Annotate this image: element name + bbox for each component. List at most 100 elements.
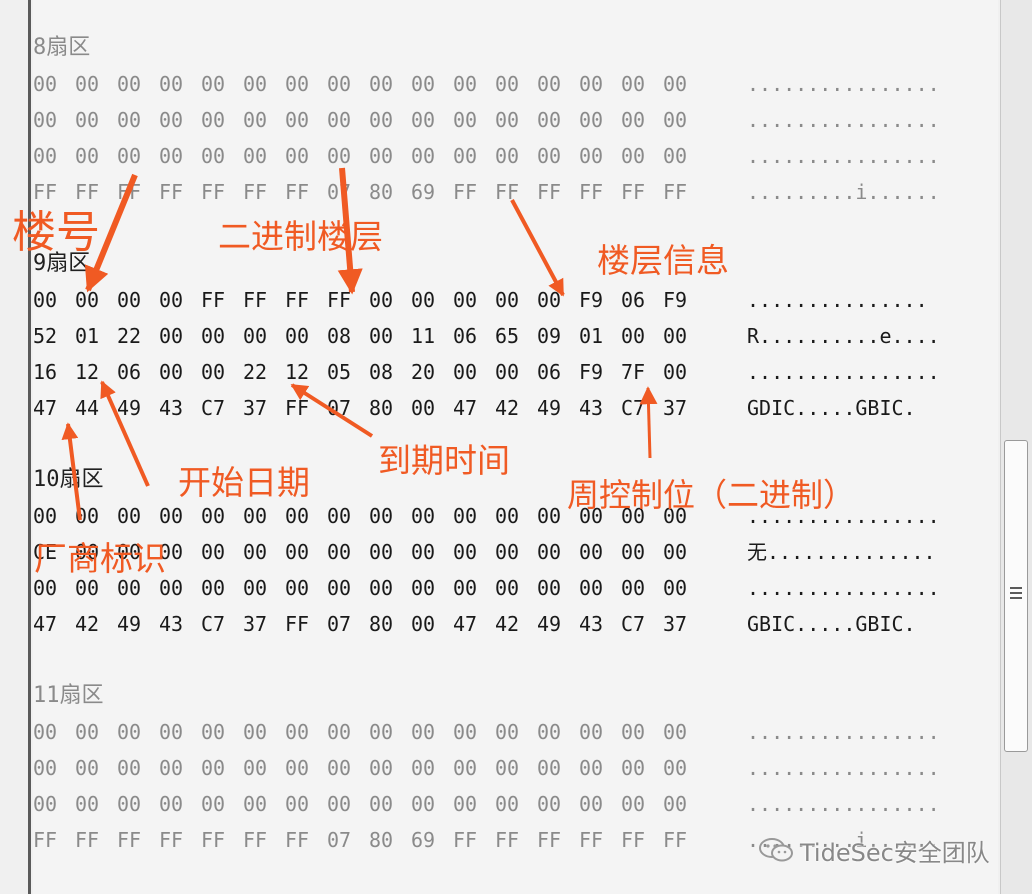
hex-byte[interactable]: 43 xyxy=(579,390,611,426)
hex-byte[interactable]: 00 xyxy=(621,570,653,606)
hex-byte[interactable]: 00 xyxy=(537,534,569,570)
hex-byte[interactable]: 00 xyxy=(117,750,149,786)
hex-byte[interactable]: FF xyxy=(159,174,191,210)
hex-byte[interactable]: 00 xyxy=(579,786,611,822)
hex-byte[interactable]: 00 xyxy=(621,102,653,138)
hex-byte[interactable]: 00 xyxy=(453,138,485,174)
hex-byte[interactable]: FF xyxy=(663,174,695,210)
hex-byte[interactable]: 00 xyxy=(411,498,443,534)
hex-byte[interactable]: 00 xyxy=(33,714,65,750)
hex-byte[interactable]: 43 xyxy=(579,606,611,642)
hex-byte[interactable]: 11 xyxy=(411,318,443,354)
hex-byte[interactable]: 12 xyxy=(285,354,317,390)
hex-byte[interactable]: 00 xyxy=(285,714,317,750)
hex-byte[interactable]: 06 xyxy=(453,318,485,354)
hex-byte[interactable]: 49 xyxy=(537,606,569,642)
hex-byte[interactable]: 08 xyxy=(369,354,401,390)
hex-byte[interactable]: 00 xyxy=(201,354,233,390)
hex-byte[interactable]: FF xyxy=(453,822,485,858)
hex-byte[interactable]: F9 xyxy=(663,282,695,318)
hex-byte[interactable]: 00 xyxy=(159,282,191,318)
hex-byte[interactable]: 00 xyxy=(663,498,695,534)
hex-byte[interactable]: CE xyxy=(33,534,65,570)
hex-byte[interactable]: FF xyxy=(33,174,65,210)
hex-byte[interactable]: 00 xyxy=(663,750,695,786)
hex-byte[interactable]: FF xyxy=(621,174,653,210)
hex-byte[interactable]: C7 xyxy=(201,606,233,642)
hex-byte[interactable]: 00 xyxy=(159,102,191,138)
hex-byte[interactable]: 00 xyxy=(285,318,317,354)
hex-byte[interactable]: 00 xyxy=(243,138,275,174)
hex-byte[interactable]: FF xyxy=(285,606,317,642)
hex-byte[interactable]: 00 xyxy=(453,786,485,822)
hex-byte[interactable]: 00 xyxy=(621,786,653,822)
hex-byte[interactable]: 69 xyxy=(411,822,443,858)
hex-byte[interactable]: 00 xyxy=(663,138,695,174)
hex-byte[interactable]: 52 xyxy=(33,318,65,354)
hex-byte[interactable]: 00 xyxy=(285,786,317,822)
hex-byte[interactable]: 07 xyxy=(327,390,359,426)
hex-byte[interactable]: 00 xyxy=(33,786,65,822)
hex-byte[interactable]: 00 xyxy=(579,714,611,750)
hex-byte[interactable]: 00 xyxy=(453,66,485,102)
hex-byte[interactable]: 00 xyxy=(579,498,611,534)
hex-byte[interactable]: 00 xyxy=(243,102,275,138)
hex-byte[interactable]: 7F xyxy=(621,354,653,390)
hex-byte[interactable]: 00 xyxy=(117,282,149,318)
hex-byte[interactable]: 00 xyxy=(621,714,653,750)
hex-byte[interactable]: 00 xyxy=(243,498,275,534)
hex-byte[interactable]: 00 xyxy=(75,714,107,750)
hex-byte[interactable]: 00 xyxy=(537,786,569,822)
hex-byte[interactable]: 00 xyxy=(327,714,359,750)
hex-byte[interactable]: 20 xyxy=(411,354,443,390)
hex-byte[interactable]: 00 xyxy=(411,606,443,642)
hex-byte[interactable]: 00 xyxy=(579,750,611,786)
hex-byte[interactable]: 00 xyxy=(411,102,443,138)
hex-byte[interactable]: 00 xyxy=(495,714,527,750)
hex-byte[interactable]: 00 xyxy=(117,714,149,750)
hex-byte[interactable]: FF xyxy=(285,174,317,210)
hex-byte[interactable]: 00 xyxy=(33,102,65,138)
hex-byte[interactable]: FF xyxy=(201,174,233,210)
hex-byte[interactable]: FF xyxy=(453,174,485,210)
hex-byte[interactable]: F9 xyxy=(579,354,611,390)
hex-byte[interactable]: 00 xyxy=(411,390,443,426)
hex-byte[interactable]: 00 xyxy=(663,354,695,390)
hex-byte[interactable]: 00 xyxy=(621,318,653,354)
hex-byte[interactable]: 00 xyxy=(159,750,191,786)
hex-byte[interactable]: 69 xyxy=(411,174,443,210)
hex-byte[interactable]: 42 xyxy=(495,606,527,642)
hex-byte[interactable]: 00 xyxy=(201,318,233,354)
hex-byte[interactable]: 00 xyxy=(201,714,233,750)
hex-byte[interactable]: 43 xyxy=(159,606,191,642)
hex-byte[interactable]: 00 xyxy=(33,750,65,786)
hex-byte[interactable]: 47 xyxy=(453,390,485,426)
hex-byte[interactable]: 49 xyxy=(537,390,569,426)
hex-byte[interactable]: 00 xyxy=(537,102,569,138)
hex-byte[interactable]: 00 xyxy=(327,102,359,138)
hex-byte[interactable]: 00 xyxy=(33,282,65,318)
hex-byte[interactable]: 00 xyxy=(327,534,359,570)
hex-byte[interactable]: 00 xyxy=(495,138,527,174)
hex-byte[interactable]: 00 xyxy=(369,282,401,318)
hex-byte[interactable]: 00 xyxy=(453,498,485,534)
hex-byte[interactable]: 00 xyxy=(537,138,569,174)
hex-byte[interactable]: 00 xyxy=(621,66,653,102)
hex-byte[interactable]: 00 xyxy=(537,282,569,318)
hex-byte[interactable]: 07 xyxy=(327,822,359,858)
hex-byte[interactable]: 00 xyxy=(621,138,653,174)
hex-byte[interactable]: 00 xyxy=(201,750,233,786)
hex-byte[interactable]: 80 xyxy=(369,390,401,426)
hex-byte[interactable]: 00 xyxy=(117,570,149,606)
hex-byte[interactable]: 06 xyxy=(537,354,569,390)
hex-byte[interactable]: FF xyxy=(75,174,107,210)
hex-byte[interactable]: 00 xyxy=(495,354,527,390)
hex-byte[interactable]: 00 xyxy=(75,534,107,570)
hex-byte[interactable]: 00 xyxy=(495,498,527,534)
hex-byte[interactable]: 00 xyxy=(201,102,233,138)
hex-byte[interactable]: 00 xyxy=(453,750,485,786)
hex-byte[interactable]: 00 xyxy=(75,498,107,534)
hex-byte[interactable]: 00 xyxy=(117,138,149,174)
hex-byte[interactable]: 00 xyxy=(411,570,443,606)
hex-byte[interactable]: FF xyxy=(117,174,149,210)
